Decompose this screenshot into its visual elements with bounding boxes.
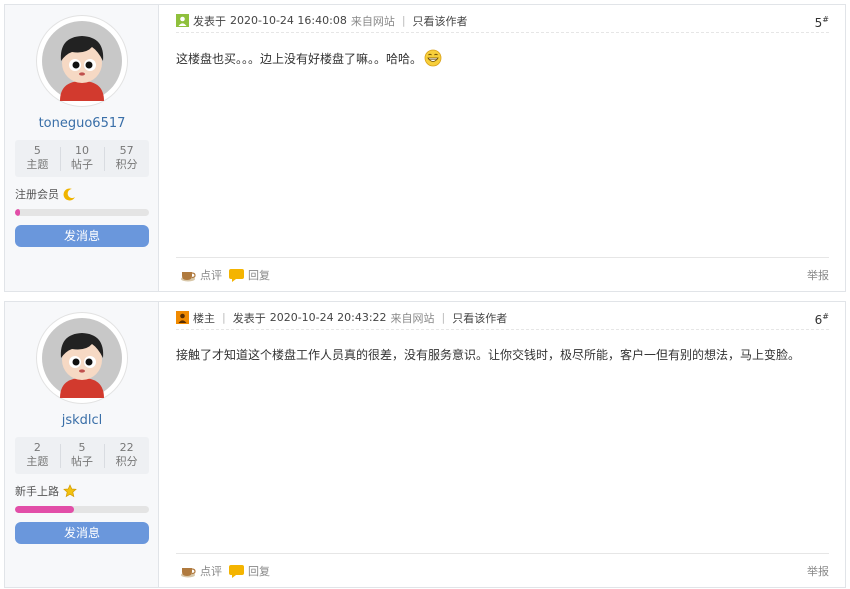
credit-progress-fill [15,506,74,513]
stat-threads[interactable]: 5 主题 [15,140,60,177]
post-datetime: 2020-10-24 20:43:22 [269,311,387,324]
post-text: 接触了才知道这个楼盘工作人员真的很差，没有服务意识。让你交钱时，极尽所能，客户一… [176,348,801,362]
post-content: 这楼盘也买。。。边上没有好楼盘了嘛。。哈哈。 [176,49,829,67]
post-footer: 点评 回复 举报 [176,257,829,291]
stat-value: 5 [78,441,86,454]
laugh-emoji-icon [424,49,442,67]
user-stats: 5 主题 10 帖子 57 积分 [15,140,149,177]
user-group: 新手上路 [15,483,77,499]
post-datetime: 2020-10-24 16:40:08 [230,14,347,27]
post-floor-6: jskdlcl 2 主题 5 帖子 22 积分 新手上路 发消息 楼主 | 发表于 2… [4,301,846,588]
comment-button[interactable]: 点评 [180,563,222,579]
reply-label: 回复 [248,565,270,578]
send-message-button[interactable]: 发消息 [15,225,149,247]
author-sidebar: jskdlcl 2 主题 5 帖子 22 积分 新手上路 发消息 [5,302,159,587]
posted-prefix: 发表于 [232,311,266,325]
send-message-button[interactable]: 发消息 [15,522,149,544]
stat-label: 主题 [26,158,49,171]
comment-label: 点评 [200,269,222,282]
credit-progress-bar [15,209,149,216]
star-icon [63,484,77,498]
post-main: 楼主 | 发表于 2020-10-24 20:43:22 来自网站 | 只看该作… [176,302,829,587]
stat-points[interactable]: 22 积分 [104,437,149,474]
avatar[interactable] [37,16,127,106]
reply-button[interactable]: 回复 [229,563,270,579]
stat-value: 22 [119,441,134,454]
coffee-cup-icon [181,272,196,282]
credit-progress-fill [15,209,21,216]
user-group-label[interactable]: 新手上路 [15,483,59,499]
divider: | [222,311,226,324]
stat-threads[interactable]: 2 主题 [15,437,60,474]
username-link[interactable]: toneguo6517 [5,116,159,131]
speech-bubble-icon [229,268,244,282]
stat-label: 积分 [115,455,138,468]
post-text: 这楼盘也买。。。边上没有好楼盘了嘛。。哈哈。 [176,51,423,66]
post-floor-5: toneguo6517 5 主题 10 帖子 57 积分 注册会员 发消息 发表于 2… [4,4,846,292]
op-label: 楼主 [193,311,215,325]
floor-mark: # [822,15,829,24]
post-meta: 发表于 2020-10-24 16:40:08 来自网站 | 只看该作者 5# [176,13,829,33]
only-author-link[interactable]: 只看该作者 [413,13,468,29]
avatar[interactable] [37,313,127,403]
moon-icon [63,188,75,201]
comment-label: 点评 [200,565,222,578]
coffee-cup-icon [181,568,196,578]
stat-points[interactable]: 57 积分 [104,140,149,177]
floor-mark: # [822,312,829,321]
divider: | [441,311,446,324]
stat-posts[interactable]: 5 帖子 [59,437,105,474]
stat-value: 5 [33,144,41,157]
avatar-cartoon-icon [42,318,122,398]
post-footer: 点评 回复 举报 [176,553,829,587]
stat-label: 主题 [26,455,49,468]
stat-label: 帖子 [71,158,93,171]
only-author-link[interactable]: 只看该作者 [452,310,507,326]
stat-posts[interactable]: 10 帖子 [59,140,105,177]
speech-bubble-icon [229,564,244,578]
post-source: 来自网站 [350,14,395,28]
post-meta: 楼主 | 发表于 2020-10-24 20:43:22 来自网站 | 只看该作… [176,310,829,330]
user-stats: 2 主题 5 帖子 22 积分 [15,437,149,474]
stat-value: 10 [75,144,89,157]
credit-progress-bar [15,506,149,513]
floor-number[interactable]: 5# [815,15,829,30]
post-source: 来自网站 [390,311,435,325]
comment-button[interactable]: 点评 [180,267,222,283]
reply-button[interactable]: 回复 [229,267,270,283]
stat-label: 积分 [115,158,138,171]
stat-value: 2 [33,441,41,454]
divider: | [401,14,406,27]
user-group-label[interactable]: 注册会员 [15,186,59,202]
online-user-icon [176,14,189,27]
posted-prefix: 发表于 [193,14,226,28]
report-button[interactable]: 举报 [807,267,829,283]
author-sidebar: toneguo6517 5 主题 10 帖子 57 积分 注册会员 发消息 [5,5,159,291]
post-main: 发表于 2020-10-24 16:40:08 来自网站 | 只看该作者 5# … [176,5,829,291]
username-link[interactable]: jskdlcl [5,413,159,428]
stat-value: 57 [119,144,134,157]
thread-starter-icon [176,311,189,324]
stat-label: 帖子 [71,455,93,468]
report-button[interactable]: 举报 [807,563,829,579]
user-group: 注册会员 [15,186,77,202]
post-content: 接触了才知道这个楼盘工作人员真的很差，没有服务意识。让你交钱时，极尽所能，客户一… [176,346,829,363]
avatar-cartoon-icon [42,21,122,101]
floor-number[interactable]: 6# [815,312,829,327]
reply-label: 回复 [248,269,270,282]
